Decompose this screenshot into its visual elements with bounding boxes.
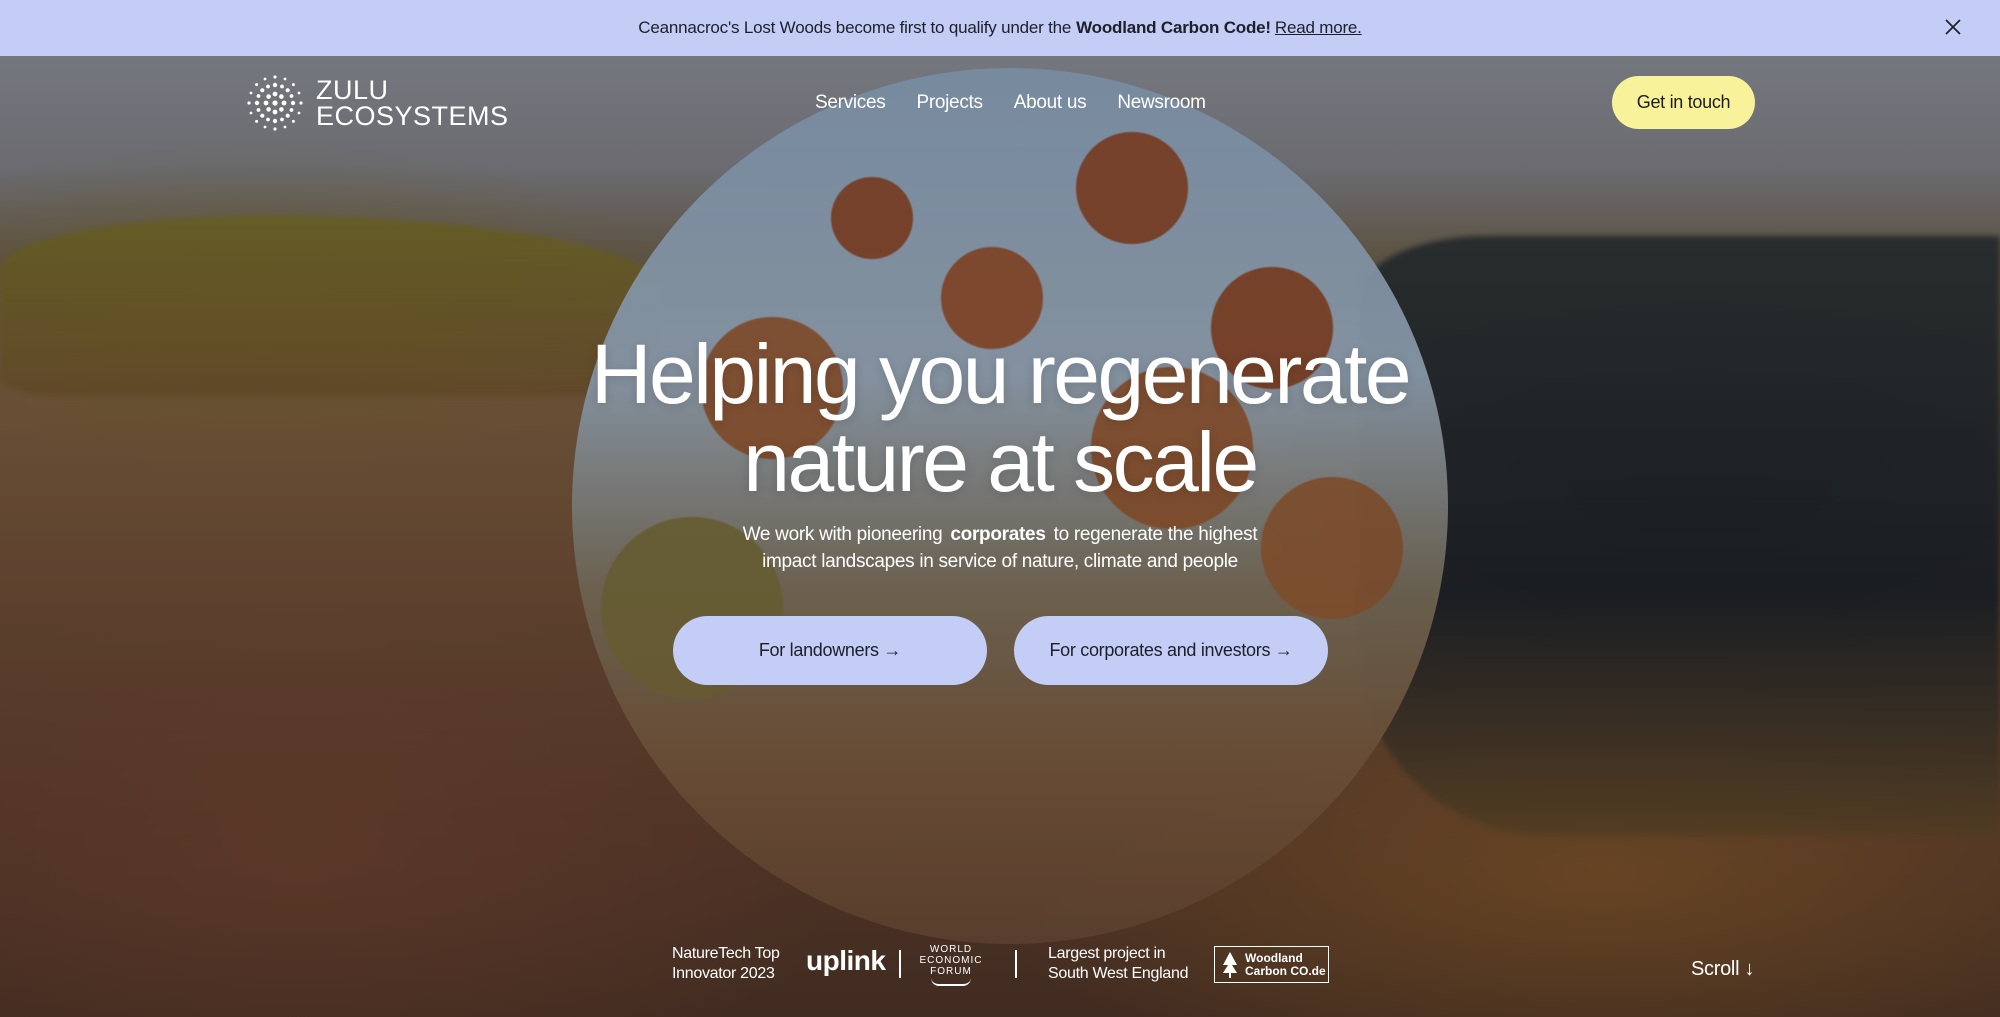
- woodland-carbon-code-logo: Woodland Carbon CO.de: [1214, 946, 1329, 983]
- announcement-bar: Ceannacroc's Lost Woods become first to …: [0, 0, 2000, 56]
- award2-line-1: Largest project in: [1048, 945, 1166, 962]
- uplink-logo: uplink: [806, 945, 886, 976]
- logo-line-1: ZULU: [316, 75, 389, 105]
- subline-highlight: corporates: [950, 524, 1046, 545]
- world-economic-forum-logo: WORLD ECONOMIC FORUM: [916, 944, 986, 986]
- headline-line-1: Helping you regenerate: [590, 327, 1412, 421]
- for-landowners-button[interactable]: For landowners →: [673, 616, 987, 685]
- tree-icon: [1223, 951, 1237, 978]
- read-more-link[interactable]: Read more.: [1275, 18, 1362, 38]
- announcement-text: Ceannacroc's Lost Woods become first to …: [638, 18, 1072, 37]
- wcc-line-2: Carbon CO.de: [1245, 963, 1326, 978]
- headline-line-2: nature at scale: [743, 415, 1259, 509]
- wef-line-3: FORUM: [930, 966, 972, 977]
- wcc-line-1: Woodland: [1245, 950, 1303, 965]
- nav-services[interactable]: Services: [815, 92, 886, 114]
- divider: [899, 950, 901, 978]
- subline-part-2: to regenerate the highest: [1053, 524, 1258, 545]
- subline-line-2: impact landscapes in service of nature, …: [762, 551, 1238, 572]
- award1-line-1: NatureTech Top: [672, 945, 780, 962]
- award1-line-2: Innovator 2023: [672, 965, 775, 982]
- logo[interactable]: ZULU ECOSYSTEMS: [246, 74, 509, 132]
- wef-line-1: WORLD: [929, 944, 973, 955]
- hero-subheadline: We work with pioneering corporates to rege…: [650, 521, 1350, 575]
- logo-line-2: ECOSYSTEMS: [316, 101, 509, 131]
- nav-about-us[interactable]: About us: [1014, 92, 1087, 114]
- get-in-touch-button[interactable]: Get in touch: [1612, 76, 1755, 129]
- nav-menu: Services Projects About us Newsroom: [815, 92, 1206, 114]
- hero-headline: Helping you regenerate nature at scale: [500, 330, 1500, 506]
- naturetech-award: NatureTech Top Innovator 2023: [672, 944, 780, 984]
- nav-projects[interactable]: Projects: [916, 92, 983, 114]
- main-nav: ZULU ECOSYSTEMS Services Projects About …: [0, 56, 2000, 152]
- dotted-globe-icon: [247, 75, 303, 131]
- logo-wordmark: ZULU ECOSYSTEMS: [316, 75, 509, 131]
- largest-project-award: Largest project in South West England: [1048, 944, 1188, 984]
- subline-part-1: We work with pioneering: [742, 524, 943, 545]
- close-icon[interactable]: [1942, 16, 1964, 38]
- for-corporates-button[interactable]: For corporates and investors →: [1014, 616, 1328, 685]
- award2-line-2: South West England: [1048, 965, 1189, 982]
- divider: [1015, 950, 1017, 978]
- announcement-bold: Woodland Carbon Code!: [1076, 18, 1271, 37]
- scroll-indicator[interactable]: Scroll ↓: [1691, 958, 1754, 981]
- wef-line-2: ECONOMIC: [919, 955, 983, 966]
- nav-newsroom[interactable]: Newsroom: [1117, 92, 1206, 114]
